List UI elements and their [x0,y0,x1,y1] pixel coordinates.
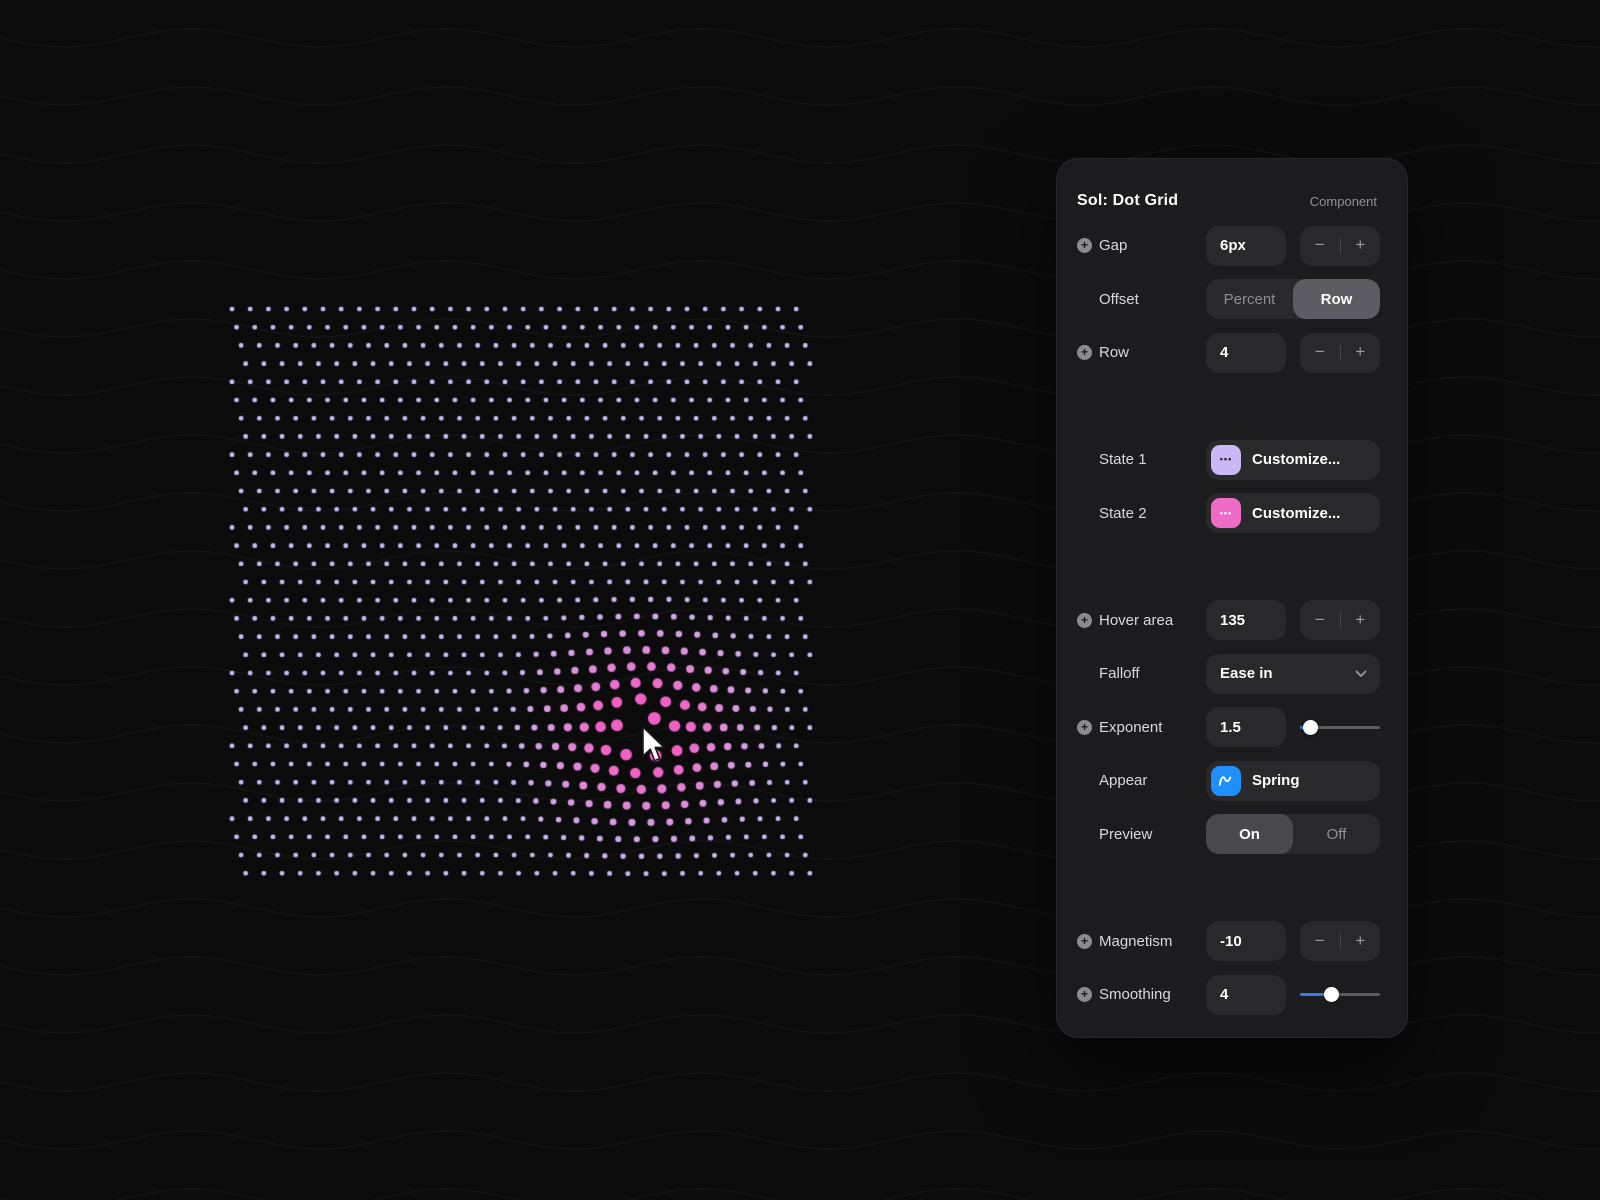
magnetism-input[interactable]: -10 [1206,921,1286,961]
preview-segmented-control: On Off [1206,814,1380,854]
plus-button[interactable]: + [1341,343,1381,362]
magnetism-stepper: − + [1300,921,1380,961]
preview-option-off[interactable]: Off [1293,814,1380,854]
panel-title: Sol: Dot Grid [1077,192,1178,210]
row-appear: Appear Spring [1077,754,1377,808]
falloff-label: Falloff [1099,665,1140,682]
state1-customize-label: Customize... [1252,451,1340,468]
circle-plus-icon[interactable]: + [1077,720,1092,735]
magnetism-label: Magnetism [1099,933,1172,950]
hover-area-input[interactable]: 135 [1206,600,1286,640]
row-input[interactable]: 4 [1206,333,1286,373]
appear-label: Appear [1099,772,1147,789]
row-spacer [1077,540,1377,594]
circle-plus-icon[interactable]: + [1077,345,1092,360]
row-label: Row [1099,344,1129,361]
smoothing-label: Smoothing [1099,986,1171,1003]
circle-plus-icon[interactable]: + [1077,934,1092,949]
state1-label: State 1 [1099,451,1147,468]
minus-button[interactable]: − [1300,611,1340,630]
state2-customize-button[interactable]: ••• Customize... [1206,493,1380,533]
spring-curve-icon [1211,766,1241,796]
chevron-down-icon [1355,670,1367,678]
component-badge: Component [1310,194,1377,209]
gap-stepper: − + [1300,226,1380,266]
row-exponent: + Exponent 1.5 [1077,701,1377,755]
panel-header: Sol: Dot Grid Component [1057,159,1407,219]
slider-handle[interactable] [1324,987,1339,1002]
plus-button[interactable]: + [1341,236,1381,255]
row-state2: State 2 ••• Customize... [1077,487,1377,541]
row-offset: Offset Percent Row [1077,273,1377,327]
properties-panel: Sol: Dot Grid Component + Gap 6px − + Of… [1056,158,1408,1038]
hover-area-label: Hover area [1099,612,1173,629]
state1-customize-button[interactable]: ••• Customize... [1206,440,1380,480]
ellipsis-icon: ••• [1220,509,1232,518]
minus-button[interactable]: − [1300,932,1340,951]
row-stepper: − + [1300,333,1380,373]
slider-handle[interactable] [1303,720,1318,735]
exponent-slider[interactable] [1300,719,1380,735]
plus-button[interactable]: + [1341,932,1381,951]
minus-button[interactable]: − [1300,236,1340,255]
falloff-dropdown[interactable]: Ease in [1206,654,1380,694]
gap-label: Gap [1099,237,1127,254]
falloff-value: Ease in [1220,665,1273,682]
plus-button[interactable]: + [1341,611,1381,630]
circle-plus-icon[interactable]: + [1077,238,1092,253]
row-row: + Row 4 − + [1077,326,1377,380]
smoothing-slider[interactable] [1300,987,1380,1003]
row-spacer [1077,380,1377,434]
state1-swatch-icon: ••• [1211,445,1241,475]
row-state1: State 1 ••• Customize... [1077,433,1377,487]
appear-transition-button[interactable]: Spring [1206,761,1380,801]
hover-area-stepper: − + [1300,600,1380,640]
row-spacer [1077,861,1377,915]
row-gap: + Gap 6px − + [1077,219,1377,273]
gap-input[interactable]: 6px [1206,226,1286,266]
row-magnetism: + Magnetism -10 − + [1077,915,1377,969]
state2-swatch-icon: ••• [1211,498,1241,528]
appear-value: Spring [1252,772,1300,789]
circle-plus-icon[interactable]: + [1077,987,1092,1002]
offset-option-percent[interactable]: Percent [1206,279,1293,319]
row-falloff: Falloff Ease in [1077,647,1377,701]
row-smoothing: + Smoothing 4 [1077,968,1377,1022]
preview-label: Preview [1099,826,1152,843]
row-hover-area: + Hover area 135 − + [1077,594,1377,648]
exponent-input[interactable]: 1.5 [1206,707,1286,747]
smoothing-input[interactable]: 4 [1206,975,1286,1015]
panel-rows: + Gap 6px − + Offset Percent Row [1057,219,1407,1022]
exponent-label: Exponent [1099,719,1162,736]
ellipsis-icon: ••• [1220,455,1232,464]
minus-button[interactable]: − [1300,343,1340,362]
state2-customize-label: Customize... [1252,505,1340,522]
offset-option-row[interactable]: Row [1293,279,1380,319]
row-preview: Preview On Off [1077,808,1377,862]
preview-option-on[interactable]: On [1206,814,1293,854]
offset-segmented-control: Percent Row [1206,279,1380,319]
circle-plus-icon[interactable]: + [1077,613,1092,628]
state2-label: State 2 [1099,505,1147,522]
offset-label: Offset [1099,291,1139,308]
